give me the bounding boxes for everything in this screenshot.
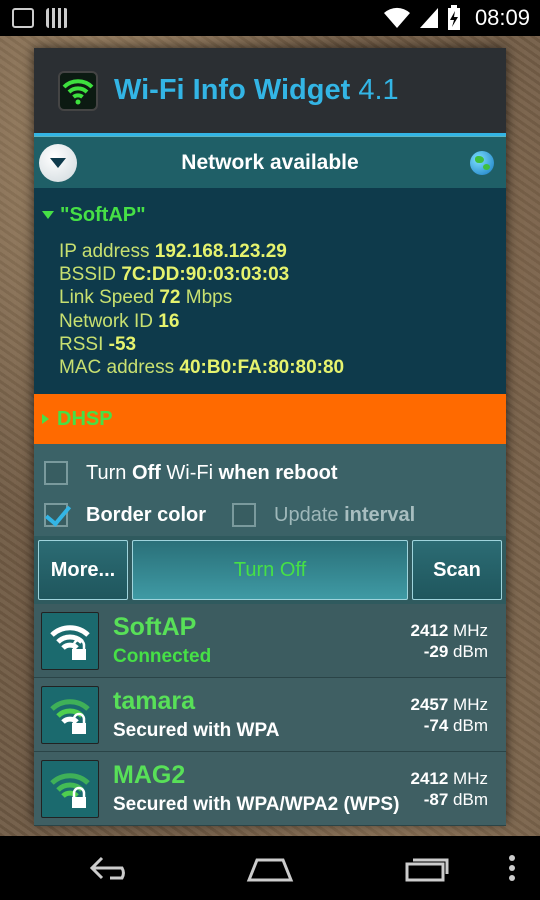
- overflow-menu-icon[interactable]: [506, 854, 518, 882]
- network-name: tamara: [113, 687, 195, 715]
- wifi-icon: [383, 7, 410, 29]
- more-button[interactable]: More...: [38, 540, 128, 600]
- wifi-lock-icon: [41, 759, 99, 818]
- network-list-item[interactable]: tamara Secured with WPA 2457 MHz -74 dBm: [34, 678, 506, 752]
- reboot-option-label: Turn Off Wi-Fi when reboot: [86, 461, 338, 484]
- wifi-lock-icon: [41, 611, 99, 670]
- network-status: Secured with WPA/WPA2 (WPS): [113, 794, 400, 815]
- network-list-item[interactable]: SoftAP Connected 2412 MHz -29 dBm: [34, 604, 506, 678]
- options-panel: Turn Off Wi-Fi when reboot Border color …: [34, 444, 506, 536]
- wifi-app-icon: [58, 70, 98, 111]
- reboot-option-row[interactable]: Turn Off Wi-Fi when reboot: [34, 452, 506, 494]
- update-interval-checkbox[interactable]: [232, 503, 257, 527]
- chevron-down-icon: [50, 158, 66, 168]
- signal-icon: [419, 8, 438, 28]
- border-interval-row: Border color Update interval: [34, 494, 506, 536]
- status-bar: 08:09: [0, 0, 540, 36]
- ssid-row[interactable]: "SoftAP": [34, 200, 506, 230]
- network-list-item[interactable]: MAG2 Secured with WPA/WPA2 (WPS) 2412 MH…: [34, 752, 506, 826]
- expand-arrow-icon: [42, 414, 49, 424]
- battery-charging-icon: [447, 5, 460, 30]
- network-meta: 2412 MHz -87 dBm: [410, 769, 488, 809]
- network-name: SoftAP: [113, 613, 197, 641]
- reboot-checkbox[interactable]: [44, 461, 68, 485]
- barcode-icon: [46, 8, 68, 28]
- detail-network-id: Network ID 16: [59, 310, 180, 332]
- network-info-panel: "SoftAP" IP address 192.168.123.29 BSSID…: [34, 188, 506, 394]
- ssid-label: "SoftAP": [60, 203, 146, 226]
- network-meta: 2457 MHz -74 dBm: [410, 695, 488, 735]
- network-name: MAG2: [113, 761, 186, 789]
- detail-mac-address: MAC address 40:B0:FA:80:80:80: [59, 356, 345, 378]
- border-color-checkbox[interactable]: [44, 503, 68, 527]
- home-icon[interactable]: [243, 854, 297, 882]
- network-meta: 2412 MHz -29 dBm: [410, 621, 488, 661]
- navigation-bar: [0, 836, 540, 900]
- notification-icon: [12, 8, 34, 28]
- wifi-lock-icon: [41, 685, 99, 744]
- clock: 08:09: [474, 5, 530, 30]
- detail-bssid: BSSID 7C:DD:90:03:03:03: [59, 264, 290, 286]
- dialog-header: Wi-Fi Info Widget 4.1: [34, 48, 506, 136]
- network-status: Connected: [113, 646, 212, 667]
- scan-button[interactable]: Scan: [412, 540, 502, 600]
- back-icon[interactable]: [88, 854, 138, 882]
- network-state-label: Network available: [181, 150, 359, 174]
- network-status: Secured with WPA: [113, 720, 280, 741]
- globe-icon[interactable]: [470, 151, 494, 175]
- network-list: SoftAP Connected 2412 MHz -29 dBm tamara: [34, 604, 506, 826]
- update-interval-label: Update interval: [274, 503, 416, 526]
- recent-apps-icon[interactable]: [403, 854, 453, 882]
- border-color-label: Border color: [86, 503, 207, 526]
- expand-arrow-icon: [42, 211, 54, 219]
- expand-toggle-button[interactable]: [39, 144, 77, 182]
- dhsp-section[interactable]: DHSP: [34, 394, 506, 444]
- network-details: IP address 192.168.123.29 BSSID 7C:DD:90…: [34, 240, 506, 379]
- detail-rssi: RSSI -53: [59, 333, 137, 355]
- app-title: Wi-Fi Info Widget 4.1: [114, 74, 399, 106]
- turn-off-button[interactable]: Turn Off: [132, 540, 408, 600]
- detail-link-speed: Link Speed 72 Mbps: [59, 287, 233, 309]
- action-buttons: More... Turn Off Scan: [34, 536, 506, 604]
- dhsp-label: DHSP: [57, 407, 113, 430]
- detail-ip-address: IP address 192.168.123.29: [59, 241, 287, 262]
- widget-dialog: Wi-Fi Info Widget 4.1 Network available …: [34, 48, 506, 826]
- network-state-bar: Network available: [34, 136, 506, 188]
